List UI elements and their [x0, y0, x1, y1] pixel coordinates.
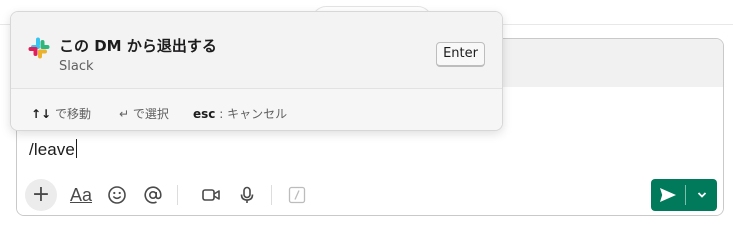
message-input-value: /leave — [29, 140, 75, 159]
command-suggestion-item[interactable]: この DM から退出する Slack Enter — [11, 12, 502, 88]
mention-icon[interactable] — [137, 179, 169, 211]
composer-toolbar: + Aa — [25, 179, 715, 211]
plus-icon[interactable]: + — [25, 179, 57, 211]
hint-cancel-label: : キャンセル — [219, 107, 288, 121]
arrow-keys-icon: ↑↓ — [31, 107, 52, 121]
text-caret — [75, 139, 77, 158]
emoji-icon[interactable] — [101, 179, 133, 211]
command-suggestion-popup: この DM から退出する Slack Enter ↑↓ で移動 ↵ で選択 es… — [10, 11, 503, 131]
text-format-icon[interactable]: Aa — [65, 179, 97, 211]
hint-move-label: で移動 — [54, 107, 91, 121]
hint-select: ↵ で選択 — [119, 105, 169, 122]
hint-cancel: esc : キャンセル — [193, 105, 287, 122]
send-options-button[interactable] — [686, 179, 717, 211]
chevron-down-icon — [697, 192, 706, 198]
microphone-icon[interactable] — [231, 179, 263, 211]
send-icon — [660, 188, 676, 202]
hint-move: ↑↓ で移動 — [31, 105, 91, 122]
message-input[interactable]: /leave — [29, 139, 77, 160]
hint-select-label: で選択 — [132, 107, 169, 121]
video-icon[interactable] — [195, 179, 227, 211]
send-button-group — [651, 179, 717, 211]
enter-key-hint: Enter — [436, 42, 485, 67]
slack-logo-icon — [28, 37, 50, 59]
toolbar-separator — [271, 185, 272, 205]
command-title: この DM から退出する — [59, 37, 217, 55]
esc-key: esc — [193, 107, 216, 121]
toolbar-separator — [177, 185, 178, 205]
send-button[interactable] — [651, 179, 685, 211]
slash-command-icon[interactable] — [281, 179, 313, 211]
return-key-icon: ↵ — [119, 107, 130, 121]
command-source: Slack — [59, 59, 94, 74]
